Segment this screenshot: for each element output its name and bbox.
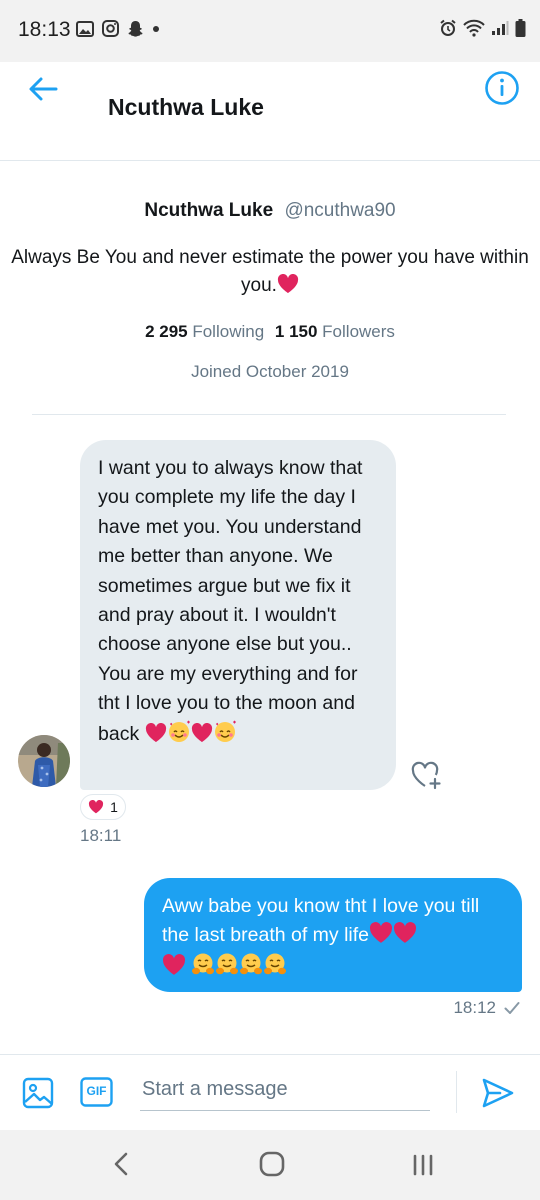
profile-name-line: Ncuthwa Luke @ncuthwa90 [0, 200, 540, 222]
avatar-photo [18, 735, 70, 787]
following-count[interactable]: 2 295 [145, 322, 188, 341]
heart-plus-icon[interactable] [410, 758, 444, 792]
system-navigation-bar [0, 1130, 540, 1200]
battery-icon [515, 19, 526, 37]
hugging-face-icon [264, 953, 287, 975]
incoming-message-time: 18:11 [80, 826, 122, 845]
followers-label[interactable]: Followers [322, 322, 395, 341]
image-icon[interactable] [22, 1077, 54, 1109]
profile-divider [32, 414, 506, 415]
signal-icon [492, 21, 509, 35]
heart-icon [191, 722, 212, 742]
instagram-notification-icon [102, 20, 119, 37]
smiling-hearts-face-icon [214, 720, 236, 742]
send-icon[interactable] [480, 1075, 516, 1111]
wifi-icon [463, 19, 485, 37]
profile-handle[interactable]: @ncuthwa90 [284, 200, 395, 221]
smiling-hearts-face-icon [168, 720, 190, 742]
hugging-face-icon [192, 953, 215, 975]
composer-separator [456, 1071, 457, 1113]
back-arrow-icon[interactable] [26, 72, 60, 106]
nav-recent-apps-icon[interactable] [410, 1152, 436, 1178]
outgoing-message-emojis [162, 952, 506, 982]
reaction-count: 1 [110, 799, 118, 815]
gif-button[interactable]: GIF [80, 1077, 113, 1107]
profile-stats: 2 295 Following 1 150 Followers [0, 322, 540, 342]
heart-icon [162, 954, 186, 975]
conversation-header: Ncuthwa Luke [0, 62, 540, 161]
heart-icon [369, 922, 393, 943]
gallery-notification-icon [76, 20, 94, 37]
outgoing-message-text: Aww babe you know tht I love you till th… [162, 895, 480, 946]
heart-icon [89, 800, 104, 814]
heart-icon [277, 274, 299, 293]
heart-icon [393, 922, 417, 943]
outgoing-message-meta: 18:12 [453, 998, 520, 1018]
nav-home-icon[interactable] [258, 1150, 286, 1178]
outgoing-message-time: 18:12 [453, 998, 496, 1017]
gif-label: GIF [86, 1084, 107, 1098]
incoming-message-emojis [145, 720, 237, 745]
profile-bio-text: Always Be You and never estimate the pow… [11, 247, 529, 296]
heart-icon [145, 722, 166, 742]
outgoing-message-bubble[interactable]: Aww babe you know tht I love you till th… [144, 878, 522, 992]
followers-count[interactable]: 1 150 [275, 322, 318, 341]
status-bar: 18:13 [0, 0, 540, 62]
snapchat-notification-icon [128, 21, 143, 37]
message-composer: GIF [0, 1054, 540, 1131]
hugging-face-icon [240, 953, 263, 975]
more-notifications-dot-icon [153, 25, 159, 32]
profile-joined: Joined October 2019 [191, 362, 349, 381]
profile-summary: Ncuthwa Luke @ncuthwa90 Always Be You an… [0, 200, 540, 382]
alarm-icon [440, 19, 456, 36]
avatar[interactable] [18, 735, 70, 787]
notification-icons [76, 20, 160, 37]
system-icons [439, 19, 526, 37]
info-icon[interactable] [484, 70, 520, 106]
message-input[interactable] [140, 1069, 430, 1111]
conversation-title: Ncuthwa Luke [108, 94, 264, 120]
profile-bio: Always Be You and never estimate the pow… [10, 244, 530, 300]
checkmark-icon [504, 1002, 520, 1014]
following-label[interactable]: Following [192, 322, 264, 341]
hugging-face-icon [216, 953, 239, 975]
profile-name[interactable]: Ncuthwa Luke [144, 200, 273, 221]
incoming-message-bubble[interactable]: I want you to always know that you compl… [80, 440, 396, 790]
reaction-badge[interactable]: 1 [80, 794, 126, 820]
nav-back-icon[interactable] [108, 1150, 136, 1178]
incoming-message-text: I want you to always know that you compl… [98, 457, 363, 745]
status-time: 18:13 [18, 18, 71, 41]
